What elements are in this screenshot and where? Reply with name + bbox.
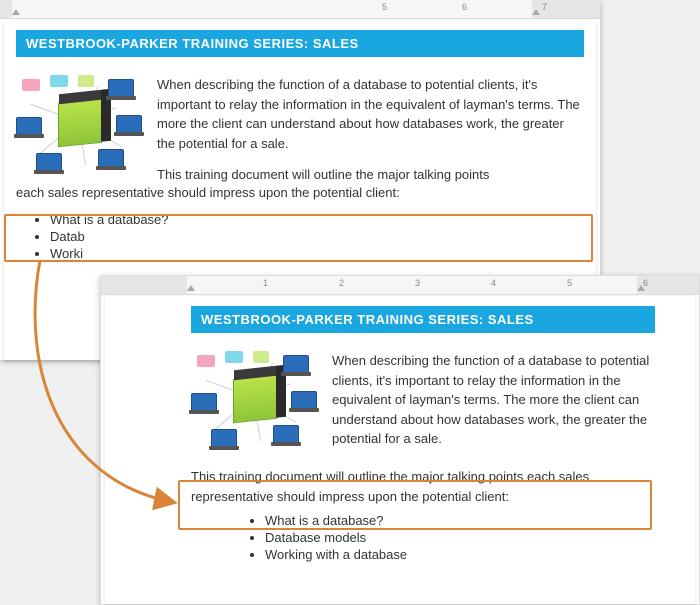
laptop-icon	[191, 393, 217, 411]
list-item: Worki	[50, 246, 584, 261]
device-cyan-icon	[225, 351, 243, 363]
laptop-icon	[273, 425, 299, 443]
doc-title-bar: WESTBROOK-PARKER TRAINING SERIES: SALES	[16, 30, 584, 57]
ruler-tick: 5	[567, 278, 572, 288]
ruler-tick: 7	[542, 2, 547, 12]
device-lime-icon	[253, 351, 269, 363]
laptop-icon	[108, 79, 134, 97]
list-item: What is a database?	[50, 212, 584, 227]
laptop-icon	[16, 117, 42, 135]
bullet-list: What is a database? Datab Worki	[16, 212, 584, 261]
bullet-list: What is a database? Database models Work…	[191, 513, 655, 562]
server-icon	[233, 375, 277, 424]
laptop-icon	[98, 149, 124, 167]
ruler-tick: 1	[263, 278, 268, 288]
ruler: 5 6 7	[0, 0, 600, 19]
ruler-tick: 6	[462, 2, 467, 12]
ruler-tick: 2	[339, 278, 344, 288]
laptop-icon	[211, 429, 237, 447]
device-pink-icon	[22, 79, 40, 91]
laptop-icon	[116, 115, 142, 133]
doc-title-bar: WESTBROOK-PARKER TRAINING SERIES: SALES	[191, 306, 655, 333]
body-paragraph-2: This training document will outline the …	[191, 467, 655, 507]
list-item: Datab	[50, 229, 584, 244]
indent-marker-left-icon[interactable]	[187, 285, 195, 291]
server-cluster-illustration	[16, 75, 141, 170]
ruler-tick: 4	[491, 278, 496, 288]
body-paragraph-2-wrapped-start: This training document will outline the …	[157, 165, 584, 185]
server-icon	[58, 99, 102, 148]
ruler-tick: 5	[382, 2, 387, 12]
body-paragraph-1: When describing the function of a databa…	[332, 351, 655, 449]
list-item: Working with a database	[265, 547, 655, 562]
ruler: 1 2 3 4 5 6	[101, 276, 699, 295]
device-cyan-icon	[50, 75, 68, 87]
after-screenshot: 1 2 3 4 5 6 WESTBROOK-PARKER TRAINING SE…	[100, 275, 700, 605]
laptop-icon	[36, 153, 62, 171]
device-lime-icon	[78, 75, 94, 87]
server-cluster-illustration	[191, 351, 316, 446]
body-paragraph-1: When describing the function of a databa…	[157, 75, 584, 153]
laptop-icon	[283, 355, 309, 373]
device-pink-icon	[197, 355, 215, 367]
ruler-tick: 3	[415, 278, 420, 288]
list-item: Database models	[265, 530, 655, 545]
laptop-icon	[291, 391, 317, 409]
indent-marker-left-icon[interactable]	[12, 9, 20, 15]
body-paragraph-2-wrapped-continuation: each sales representative should impress…	[16, 185, 584, 200]
document-page[interactable]: WESTBROOK-PARKER TRAINING SERIES: SALES	[105, 296, 695, 604]
list-item: What is a database?	[265, 513, 655, 528]
indent-marker-right-icon[interactable]	[532, 9, 540, 15]
indent-marker-right-icon[interactable]	[637, 285, 645, 291]
